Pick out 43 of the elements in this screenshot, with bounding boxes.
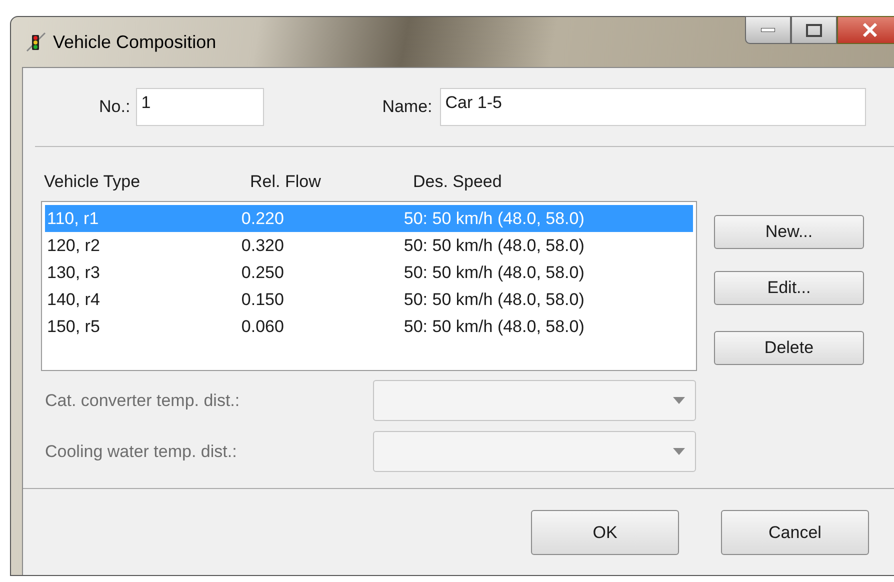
dropdown-label: Cat. converter temp. dist.:	[45, 390, 241, 412]
table-cell-text: 150, r5	[47, 316, 101, 338]
table-cell-text: 0.250	[241, 262, 285, 284]
close-button[interactable]	[837, 16, 894, 44]
table-cell-text: 50: 50 km/h (48.0, 58.0)	[404, 316, 586, 338]
list-row[interactable]: 120, r2 0.320 50: 50 km/h (48.0, 58.0)	[45, 232, 693, 259]
table-cell-text: 110, r1	[47, 208, 100, 230]
maximize-icon	[806, 24, 822, 36]
field-label: No.:	[99, 96, 130, 118]
window-title: Vehicle Composition	[53, 30, 216, 54]
table-cell-text: 0.060	[241, 316, 285, 338]
table-cell-text: 50: 50 km/h (48.0, 58.0)	[404, 262, 586, 284]
table-cell-text: 130, r3	[47, 262, 101, 284]
list-row[interactable]: 150, r5 0.060 50: 50 km/h (48.0, 58.0)	[45, 313, 693, 340]
ok-button[interactable]: OK	[531, 510, 679, 555]
list-action-button[interactable]: Edit...	[714, 271, 864, 305]
dropdown-arrow-icon	[673, 448, 685, 455]
cancel-button[interactable]: Cancel	[721, 510, 869, 555]
minimize-button[interactable]	[745, 16, 791, 44]
name-field[interactable]: Car 1-5	[440, 88, 866, 126]
list-action-button[interactable]: New...	[714, 215, 864, 249]
table-cell-text: 140, r4	[47, 288, 101, 311]
list-row[interactable]: 130, r3 0.250 50: 50 km/h (48.0, 58.0)	[45, 259, 693, 286]
maximize-button[interactable]	[791, 16, 837, 44]
list-row[interactable]: 140, r4 0.150 50: 50 km/h (48.0, 58.0)	[45, 286, 693, 313]
table-cell-text: 50: 50 km/h (48.0, 58.0)	[404, 208, 586, 230]
field-label: Name:	[382, 96, 432, 118]
table-cell-text: 0.320	[241, 234, 285, 257]
dropdown-label: Cooling water temp. dist.:	[45, 440, 238, 463]
column-header[interactable]: Des. Speed	[413, 168, 653, 194]
close-icon	[862, 23, 878, 37]
column-header[interactable]: Vehicle Type	[44, 168, 250, 194]
number-field[interactable]: 1	[136, 88, 264, 126]
table-cell-text: 120, r2	[47, 234, 101, 257]
column-header[interactable]: Rel. Flow	[250, 168, 413, 194]
table-cell-text: 50: 50 km/h (48.0, 58.0)	[404, 234, 586, 257]
dropdown-arrow-icon	[673, 397, 685, 404]
minimize-icon	[761, 28, 775, 32]
traffic-light-icon	[25, 31, 47, 53]
table-cell-text: 0.150	[241, 288, 285, 311]
table-cell-text: 0.220	[241, 208, 285, 230]
list-action-button[interactable]: Delete	[714, 331, 864, 365]
table-cell-text: 50: 50 km/h (48.0, 58.0)	[404, 288, 586, 311]
